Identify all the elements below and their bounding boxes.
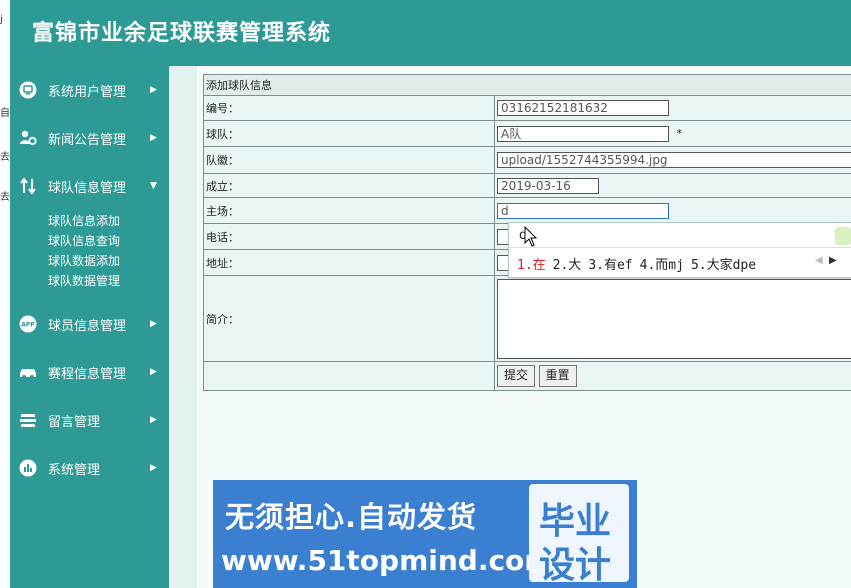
submenu-team-add[interactable]: 球队信息添加	[48, 212, 120, 229]
watermark-banner: 无须担心.自动发货 www.51topmind.com 毕业 设计	[213, 480, 637, 588]
app-icon: APP	[19, 315, 37, 333]
home-field-input[interactable]: d	[497, 202, 669, 219]
reset-button[interactable]: 重置	[538, 365, 577, 387]
sidebar-item-label: 系统管理	[48, 462, 101, 478]
swap-arrows-icon	[19, 177, 37, 195]
field-label: 简介：	[203, 275, 495, 362]
sidebar-item-label: 球员信息管理	[48, 318, 127, 334]
field-label: 编号：	[203, 95, 495, 121]
field-label: 球队：	[203, 120, 495, 147]
ime-next-page-icon[interactable]: ▶	[829, 255, 837, 266]
watermark-url: www.51topmind.com	[221, 544, 554, 577]
field-label: 主场：	[203, 197, 495, 224]
chevron-down-icon: ▼	[150, 181, 157, 191]
sidebar-item-team-info[interactable]: 球队信息管理 ▼	[10, 173, 169, 199]
team-number-input[interactable]: 03162152181632	[497, 100, 669, 116]
svg-text:APP: APP	[21, 322, 35, 329]
sidebar-item-schedule[interactable]: 赛程信息管理 ▶	[10, 359, 169, 385]
form-title: 添加球队信息	[203, 74, 851, 96]
ime-candidate[interactable]: 2.大	[553, 258, 582, 273]
ime-prev-page-icon[interactable]: ◀	[815, 255, 823, 266]
monitor-icon	[19, 81, 37, 99]
sidebar-item-label: 球队信息管理	[48, 180, 127, 196]
edge-glyph: 去	[0, 152, 10, 163]
submenu-team-query[interactable]: 球队信息查询	[48, 232, 120, 249]
submit-button[interactable]: 提交	[497, 365, 536, 387]
app-title: 富锦市业余足球联赛管理系统	[32, 20, 332, 46]
ime-divider	[509, 247, 851, 248]
field-label: 地址：	[203, 249, 495, 276]
stack-icon	[19, 411, 37, 429]
field-label: 成立：	[203, 173, 495, 198]
required-mark: *	[676, 126, 683, 140]
edge-glyph: j	[0, 14, 3, 25]
chevron-right-icon: ▶	[150, 415, 157, 425]
sidebar-item-label: 系统用户管理	[48, 84, 127, 100]
field-label: 队徽：	[203, 146, 495, 174]
sidebar: 系统用户管理 ▶ 新闻公告管理 ▶ 球队信息管理 ▼ 球队信息添加 球队信息查询…	[10, 66, 169, 588]
watermark-text: 无须担心.自动发货	[225, 500, 478, 534]
ime-candidate-window: d 1.在 2.大 3.有ef 4.而mj 5.大家dpe ◀ ▶	[508, 222, 851, 278]
team-name-input[interactable]: A队	[497, 125, 669, 142]
edge-glyph: 自	[0, 108, 10, 119]
submenu-team-data-add[interactable]: 球队数据添加	[48, 252, 120, 269]
intro-textarea[interactable]	[497, 278, 851, 359]
ime-candidate[interactable]: 4.而mj	[640, 258, 684, 273]
empty-cell	[203, 361, 495, 391]
sidebar-item-label: 新闻公告管理	[48, 132, 127, 148]
chevron-right-icon: ▶	[150, 367, 157, 377]
sidebar-item-system-users[interactable]: 系统用户管理 ▶	[10, 77, 169, 103]
content-gutter	[169, 66, 197, 588]
ime-logo-icon	[835, 227, 851, 245]
chevron-right-icon: ▶	[150, 463, 157, 473]
edge-glyph: 去	[0, 192, 10, 203]
chevron-right-icon: ▶	[150, 319, 157, 329]
chevron-right-icon: ▶	[150, 85, 157, 95]
sidebar-item-player-info[interactable]: APP 球员信息管理 ▶	[10, 311, 169, 337]
founded-date-input[interactable]: 2019-03-16	[497, 177, 599, 194]
sidebar-item-label: 赛程信息管理	[48, 366, 127, 382]
ime-candidate-list: 1.在 2.大 3.有ef 4.而mj 5.大家dpe	[517, 254, 763, 273]
watermark-badge: 毕业 设计	[529, 484, 629, 586]
users-gear-icon	[19, 129, 37, 147]
app-header: 富锦市业余足球联赛管理系统	[10, 0, 851, 66]
ime-candidate[interactable]: 5.大家dpe	[691, 258, 756, 273]
window-edge: j 自 去 去	[0, 0, 10, 588]
mouse-cursor-icon	[524, 225, 538, 251]
watermark-badge-text: 设计	[539, 545, 612, 586]
team-logo-input[interactable]: upload/1552744355994.jpg	[497, 152, 851, 168]
car-icon	[19, 363, 37, 381]
bar-chart-icon	[19, 459, 37, 477]
sidebar-item-system[interactable]: 系统管理 ▶	[10, 455, 169, 481]
submenu-team-data-manage[interactable]: 球队数据管理	[48, 272, 120, 289]
ime-candidate[interactable]: 3.有ef	[588, 258, 632, 273]
sidebar-item-messages[interactable]: 留言管理 ▶	[10, 407, 169, 433]
sidebar-item-news[interactable]: 新闻公告管理 ▶	[10, 125, 169, 151]
chevron-right-icon: ▶	[150, 133, 157, 143]
sidebar-item-label: 留言管理	[48, 414, 101, 430]
field-label: 电话：	[203, 223, 495, 250]
ime-candidate[interactable]: 1.在	[517, 258, 546, 273]
